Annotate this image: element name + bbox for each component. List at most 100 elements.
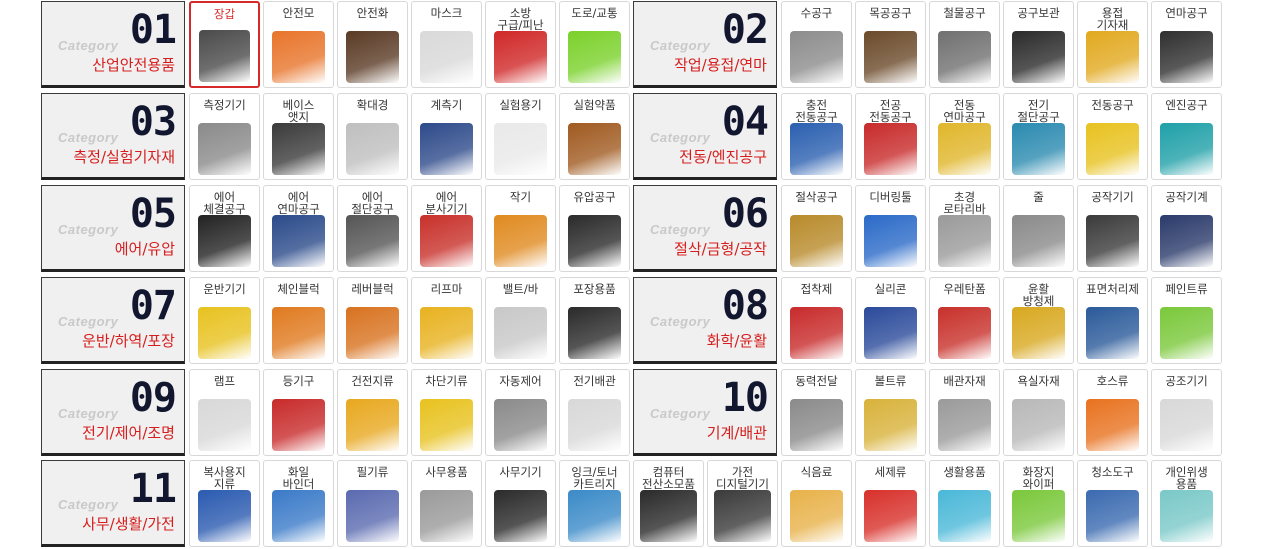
product-tile[interactable]: 측정기기 <box>189 93 260 180</box>
product-tile[interactable]: 건전지류 <box>337 369 408 456</box>
product-tile[interactable]: 페인트류 <box>1151 277 1222 364</box>
category-03[interactable]: Category 03 측정/실험기자재 <box>41 93 185 180</box>
category-07[interactable]: Category 07 운반/하역/포장 <box>41 277 185 364</box>
product-tile[interactable]: 연마공구 <box>1151 1 1222 88</box>
product-tile[interactable]: 볼트류 <box>855 369 926 456</box>
product-tile[interactable]: 잉크/토너 카트리지 <box>559 460 630 547</box>
category-06[interactable]: Category 06 절삭/금형/공작 <box>633 185 777 272</box>
category-10[interactable]: Category 10 기계/배관 <box>633 369 777 456</box>
category-02[interactable]: Category 02 작업/용접/연마 <box>633 1 777 88</box>
product-tile[interactable]: 사무기기 <box>485 460 556 547</box>
drill-bit-icon <box>790 215 843 267</box>
category-05[interactable]: Category 05 에어/유압 <box>41 185 185 272</box>
product-tile[interactable]: 수공구 <box>781 1 852 88</box>
product-tile[interactable]: 자동제어 <box>485 369 556 456</box>
product-tile[interactable]: 작기 <box>485 185 556 272</box>
product-tile[interactable]: 화장지 와이퍼 <box>1003 460 1074 547</box>
product-tile[interactable]: 계측기 <box>411 93 482 180</box>
product-tile[interactable]: 리프마 <box>411 277 482 364</box>
product-tile[interactable]: 초경 로타리바 <box>929 185 1000 272</box>
product-tile[interactable]: 전기배관 <box>559 369 630 456</box>
product-tile[interactable]: 에어 절단공구 <box>337 185 408 272</box>
product-tile[interactable]: 우레탄폼 <box>929 277 1000 364</box>
category-number: 09 <box>129 375 177 421</box>
product-tile[interactable]: 베이스 앳지 <box>263 93 334 180</box>
product-tile[interactable]: 전기 절단공구 <box>1003 93 1074 180</box>
category-number: 06 <box>721 191 769 237</box>
product-tile[interactable]: 컴퓨터 전산소모품 <box>633 460 704 547</box>
category-04[interactable]: Category 04 전동/엔진공구 <box>633 93 777 180</box>
product-tile[interactable]: 동력전달 <box>781 369 852 456</box>
product-tile[interactable]: 필기류 <box>337 460 408 547</box>
product-tile[interactable]: 세제류 <box>855 460 926 547</box>
product-tile[interactable]: 유압공구 <box>559 185 630 272</box>
product-tile[interactable]: 접착제 <box>781 277 852 364</box>
product-tile[interactable]: 실리콘 <box>855 277 926 364</box>
category-title: 산업안전용품 <box>92 56 175 74</box>
product-tile[interactable]: 에어 분사기기 <box>411 185 482 272</box>
product-tile[interactable]: 레버블럭 <box>337 277 408 364</box>
product-tile[interactable]: 디버링툴 <box>855 185 926 272</box>
product-tile[interactable]: 복사용지 지류 <box>189 460 260 547</box>
product-tile[interactable]: 포장용품 <box>559 277 630 364</box>
category-title: 전동/엔진공구 <box>679 148 767 166</box>
product-tile[interactable]: 화일 바인더 <box>263 460 334 547</box>
product-name: 철물공구 <box>943 6 986 20</box>
laptop-icon <box>640 490 697 542</box>
binder-icon <box>272 490 325 542</box>
product-tile[interactable]: 공작기기 <box>1077 185 1148 272</box>
product-tile[interactable]: 실험용기 <box>485 93 556 180</box>
product-tile[interactable]: 배관자재 <box>929 369 1000 456</box>
product-tile[interactable]: 밸트/바 <box>485 277 556 364</box>
product-tile[interactable]: 에어 연마공구 <box>263 185 334 272</box>
product-tile[interactable]: 개인위생 용품 <box>1151 460 1222 547</box>
category-grid: Category 01 산업안전용품 장갑 안전모 안전화 마스크 소방 구급/피난 도로/교통… <box>0 0 1262 549</box>
product-tile[interactable]: 마스크 <box>411 1 482 88</box>
product-tile[interactable]: 전공 전동공구 <box>855 93 926 180</box>
product-tile[interactable]: 충전 전동공구 <box>781 93 852 180</box>
product-tile[interactable]: 안전화 <box>337 1 408 88</box>
product-tile[interactable]: 청소도구 <box>1077 460 1148 547</box>
product-tile[interactable]: 줄 <box>1003 185 1074 272</box>
category-09[interactable]: Category 09 전기/제어/조명 <box>41 369 185 456</box>
product-name: 공구보관 <box>1017 6 1060 20</box>
product-tile[interactable]: 램프 <box>189 369 260 456</box>
lubricant-icon <box>1012 307 1065 359</box>
product-tile[interactable]: 목공공구 <box>855 1 926 88</box>
product-tile[interactable]: 장갑 <box>189 1 260 88</box>
product-tile[interactable]: 사무용품 <box>411 460 482 547</box>
product-tile[interactable]: 가전 디지털기기 <box>707 460 778 547</box>
product-tile[interactable]: 등기구 <box>263 369 334 456</box>
product-tile[interactable]: 용접 기자재 <box>1077 1 1148 88</box>
product-tile[interactable]: 절삭공구 <box>781 185 852 272</box>
product-tile[interactable]: 체인블럭 <box>263 277 334 364</box>
product-tile[interactable]: 소방 구급/피난 <box>485 1 556 88</box>
category-08[interactable]: Category 08 화학/윤활 <box>633 277 777 364</box>
product-tile[interactable]: 전동공구 <box>1077 93 1148 180</box>
product-name: 안전모 <box>282 6 315 20</box>
product-tile[interactable]: 호스류 <box>1077 369 1148 456</box>
category-11[interactable]: Category 11 사무/생활/가전 <box>41 460 185 547</box>
product-name: 공작기계 <box>1165 190 1208 204</box>
product-tile[interactable]: 공작기계 <box>1151 185 1222 272</box>
product-tile[interactable]: 실험약품 <box>559 93 630 180</box>
product-tile[interactable]: 표면처리제 <box>1077 277 1148 364</box>
product-tile[interactable]: 공조기기 <box>1151 369 1222 456</box>
product-tile[interactable]: 엔진공구 <box>1151 93 1222 180</box>
product-tile[interactable]: 전동 연마공구 <box>929 93 1000 180</box>
product-tile[interactable]: 공구보관 <box>1003 1 1074 88</box>
product-tile[interactable]: 운반기기 <box>189 277 260 364</box>
product-tile[interactable]: 안전모 <box>263 1 334 88</box>
product-tile[interactable]: 확대경 <box>337 93 408 180</box>
product-tile[interactable]: 도로/교통 <box>559 1 630 88</box>
product-name: 소방 구급/피난 <box>497 6 544 32</box>
product-tile[interactable]: 철물공구 <box>929 1 1000 88</box>
product-tile[interactable]: 생활용품 <box>929 460 1000 547</box>
product-tile[interactable]: 식음료 <box>781 460 852 547</box>
product-tile[interactable]: 윤활 방청제 <box>1003 277 1074 364</box>
product-tile[interactable]: 차단기류 <box>411 369 482 456</box>
product-tile[interactable]: 에어 체결공구 <box>189 185 260 272</box>
product-name: 포장용품 <box>573 282 616 296</box>
product-tile[interactable]: 욕실자재 <box>1003 369 1074 456</box>
category-01[interactable]: Category 01 산업안전용품 <box>41 1 185 88</box>
